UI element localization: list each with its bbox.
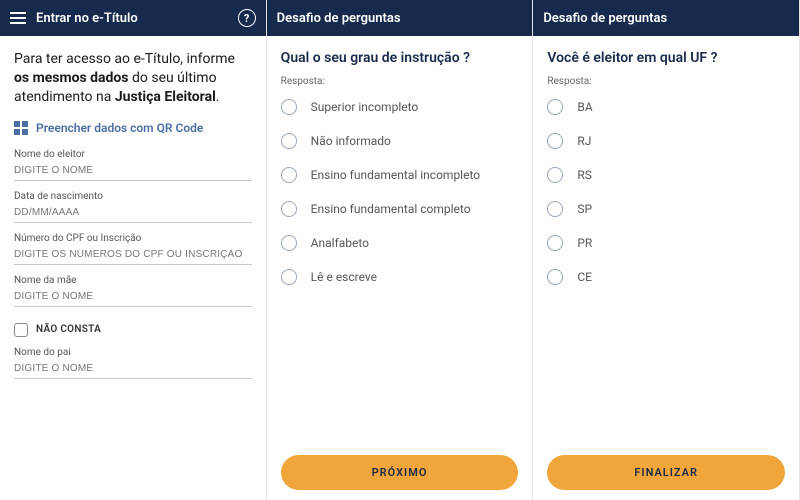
pane-question-instrucao: Desafio de perguntas Qual o seu grau de …: [267, 0, 534, 500]
login-instruction: Para ter acesso ao e-Título, informe os …: [14, 50, 252, 107]
q2-resposta-label: Resposta:: [547, 76, 785, 87]
input-nome[interactable]: [14, 162, 252, 181]
finalizar-button[interactable]: FINALIZAR: [547, 455, 785, 490]
option-item[interactable]: Ensino fundamental incompleto: [281, 167, 519, 183]
checkbox-nao-consta-label: NÃO CONSTA: [36, 324, 101, 335]
option-item[interactable]: RS: [547, 167, 785, 183]
option-item[interactable]: Superior incompleto: [281, 99, 519, 115]
q1-content: Qual o seu grau de instrução ? Resposta:…: [267, 36, 533, 500]
field-nascimento: Data de nascimento: [14, 191, 252, 223]
option-item[interactable]: PR: [547, 235, 785, 251]
option-item[interactable]: Ensino fundamental completo: [281, 201, 519, 217]
radio-icon[interactable]: [281, 269, 297, 285]
login-content: Para ter acesso ao e-Título, informe os …: [0, 36, 266, 500]
qr-icon: [14, 121, 28, 135]
topbar-title: Entrar no e-Título: [36, 11, 228, 26]
q2-content: Você é eleitor em qual UF ? Resposta: BA…: [533, 36, 799, 500]
qr-link-label: Preencher dados com QR Code: [36, 121, 203, 135]
label-cpf: Número do CPF ou Inscrição: [14, 233, 252, 244]
pane-question-uf: Desafio de perguntas Você é eleitor em q…: [533, 0, 800, 500]
option-item[interactable]: Não informado: [281, 133, 519, 149]
q2-question: Você é eleitor em qual UF ?: [547, 50, 785, 66]
option-item[interactable]: Analfabeto: [281, 235, 519, 251]
radio-icon[interactable]: [547, 99, 563, 115]
checkbox-nao-consta-row[interactable]: NÃO CONSTA: [14, 323, 252, 337]
option-label: BA: [577, 100, 592, 114]
radio-icon[interactable]: [281, 167, 297, 183]
option-label: Analfabeto: [311, 236, 369, 250]
radio-icon[interactable]: [547, 133, 563, 149]
topbar-q1-title: Desafio de perguntas: [277, 11, 523, 26]
option-label: RJ: [577, 134, 591, 148]
q2-options: BA RJ RS SP PR CE: [547, 99, 785, 443]
topbar-q1: Desafio de perguntas: [267, 0, 533, 36]
option-label: RS: [577, 168, 592, 182]
radio-icon[interactable]: [281, 201, 297, 217]
option-item[interactable]: RJ: [547, 133, 785, 149]
option-label: Ensino fundamental incompleto: [311, 168, 480, 182]
topbar-q2: Desafio de perguntas: [533, 0, 799, 36]
input-mae[interactable]: [14, 288, 252, 307]
label-nome: Nome do eleitor: [14, 149, 252, 160]
option-label: Lê e escreve: [311, 270, 377, 284]
help-icon[interactable]: ?: [238, 9, 256, 27]
radio-icon[interactable]: [547, 167, 563, 183]
q1-question: Qual o seu grau de instrução ?: [281, 50, 519, 66]
option-label: Superior incompleto: [311, 100, 419, 114]
topbar-q2-title: Desafio de perguntas: [543, 11, 789, 26]
radio-icon[interactable]: [547, 269, 563, 285]
input-nascimento[interactable]: [14, 204, 252, 223]
option-label: SP: [577, 202, 592, 216]
menu-icon[interactable]: [10, 12, 26, 24]
radio-icon[interactable]: [281, 133, 297, 149]
proximo-button[interactable]: PRÓXIMO: [281, 455, 519, 490]
label-nascimento: Data de nascimento: [14, 191, 252, 202]
field-cpf: Número do CPF ou Inscrição: [14, 233, 252, 265]
q1-resposta-label: Resposta:: [281, 76, 519, 87]
qr-code-link[interactable]: Preencher dados com QR Code: [14, 121, 252, 135]
option-item[interactable]: Lê e escreve: [281, 269, 519, 285]
option-item[interactable]: CE: [547, 269, 785, 285]
option-item[interactable]: BA: [547, 99, 785, 115]
field-mae: Nome da mãe: [14, 275, 252, 307]
q1-options: Superior incompleto Não informado Ensino f…: [281, 99, 519, 443]
label-pai: Nome do pai: [14, 347, 252, 358]
topbar-login: Entrar no e-Título ?: [0, 0, 266, 36]
field-pai: Nome do pai: [14, 347, 252, 379]
field-nome: Nome do eleitor: [14, 149, 252, 181]
option-label: PR: [577, 236, 592, 250]
option-item[interactable]: SP: [547, 201, 785, 217]
radio-icon[interactable]: [281, 235, 297, 251]
checkbox-nao-consta[interactable]: [14, 323, 28, 337]
input-cpf[interactable]: [14, 246, 252, 265]
radio-icon[interactable]: [281, 99, 297, 115]
radio-icon[interactable]: [547, 201, 563, 217]
option-label: CE: [577, 270, 592, 284]
radio-icon[interactable]: [547, 235, 563, 251]
option-label: Ensino fundamental completo: [311, 202, 471, 216]
input-pai[interactable]: [14, 360, 252, 379]
option-label: Não informado: [311, 134, 391, 148]
label-mae: Nome da mãe: [14, 275, 252, 286]
pane-login: Entrar no e-Título ? Para ter acesso ao …: [0, 0, 267, 500]
